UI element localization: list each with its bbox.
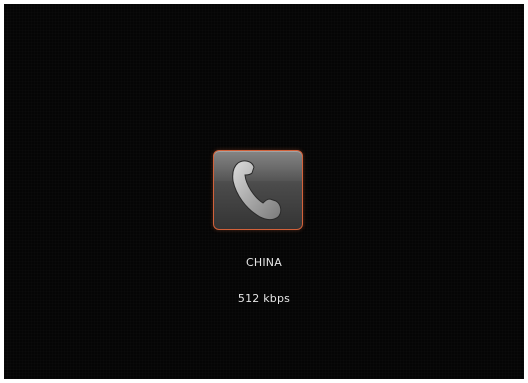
bitrate-label: 512 kbps (237, 292, 291, 305)
phone-handset-icon (232, 160, 282, 221)
call-button[interactable] (213, 150, 303, 230)
caller-name: CHINA (246, 256, 282, 269)
